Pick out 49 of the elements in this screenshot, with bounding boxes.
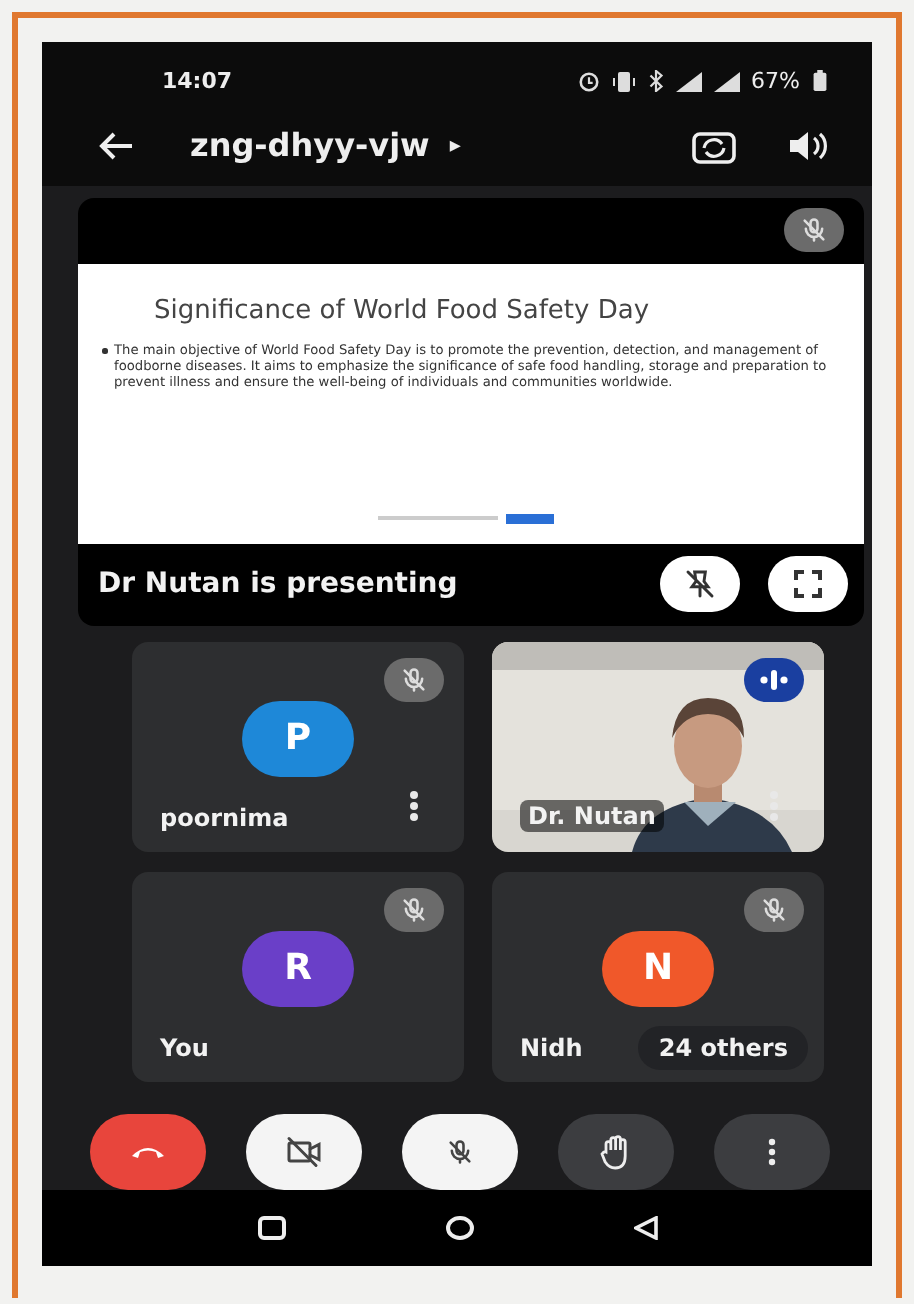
phone-hangup-icon: [130, 1144, 166, 1161]
unpin-button[interactable]: [660, 556, 740, 613]
mic-off-icon: [446, 1138, 474, 1167]
audio-level-icon: [760, 670, 788, 691]
switch-camera-icon[interactable]: [692, 127, 736, 164]
mic-button[interactable]: [402, 1114, 518, 1191]
hand-icon: [600, 1134, 632, 1171]
camera-button[interactable]: [246, 1114, 362, 1191]
participant-name: Dr. Nutan: [520, 800, 664, 833]
mic-off-icon: [400, 896, 428, 925]
signal-icon: [713, 71, 740, 92]
back-icon[interactable]: [633, 1216, 657, 1241]
participant-tile[interactable]: N Nidh 24 others: [492, 872, 824, 1083]
more-icon: [768, 1138, 776, 1167]
back-arrow-icon[interactable]: [98, 131, 134, 160]
presenter-label: Dr Nutan is presenting: [98, 568, 458, 601]
avatar: R: [242, 930, 354, 1007]
alarm-icon: [577, 70, 600, 93]
participant-name: Nidh: [520, 1034, 583, 1063]
participant-name: You: [160, 1034, 209, 1063]
speaker-icon[interactable]: [788, 129, 828, 162]
recent-apps-icon[interactable]: [257, 1216, 285, 1241]
battery-icon: [812, 70, 828, 93]
participant-tile[interactable]: R You: [132, 872, 464, 1083]
avatar: N: [602, 930, 714, 1007]
participant-tile[interactable]: Dr. Nutan: [492, 642, 824, 853]
status-time: 14:07: [162, 68, 233, 95]
bluetooth-icon: [647, 70, 664, 93]
end-call-button[interactable]: [90, 1114, 206, 1191]
caret-icon[interactable]: ▸: [449, 132, 461, 159]
meeting-code[interactable]: zng-dhyy-vjw: [190, 126, 430, 165]
camera-off-icon: [286, 1136, 322, 1169]
vibrate-icon: [611, 71, 636, 92]
more-icon[interactable]: [408, 790, 420, 823]
fullscreen-icon: [794, 570, 822, 599]
raise-hand-button[interactable]: [558, 1114, 674, 1191]
pin-off-icon: [684, 568, 716, 601]
fullscreen-button[interactable]: [768, 556, 848, 613]
battery-percent: 67%: [751, 68, 800, 95]
mic-off-icon: [760, 896, 788, 925]
mic-off-icon: [800, 216, 828, 245]
participant-name: poornima: [160, 804, 289, 833]
signal-icon: [675, 71, 702, 92]
mic-off-icon: [400, 666, 428, 695]
home-icon[interactable]: [445, 1216, 473, 1241]
slide-title: Significance of World Food Safety Day: [154, 296, 652, 327]
participant-tile[interactable]: P poornima: [132, 642, 464, 853]
others-count[interactable]: 24 others: [638, 1026, 808, 1071]
avatar: P: [242, 700, 354, 777]
